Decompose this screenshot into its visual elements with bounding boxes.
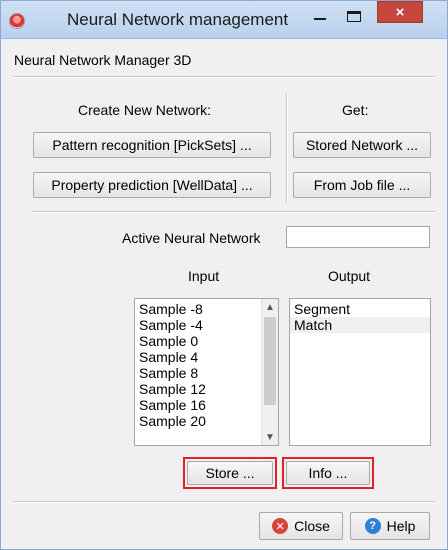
input-label: Input [188,268,220,284]
close-icon: ✕ [272,518,289,534]
create-network-heading: Create New Network: [78,102,212,118]
list-item[interactable]: Sample -4 [135,317,278,333]
divider-vertical [286,93,288,203]
from-job-file-button[interactable]: From Job file ... [293,172,431,198]
pattern-recognition-button[interactable]: Pattern recognition [PickSets] ... [33,132,271,158]
output-label: Output [328,268,371,284]
scroll-up-icon[interactable]: ▲ [262,299,278,315]
close-button-label: Close [294,518,330,534]
list-item[interactable]: Sample 4 [135,349,278,365]
list-item[interactable]: Sample 16 [135,397,278,413]
list-item[interactable]: Segment [290,301,430,317]
title-bar[interactable]: Neural Network management × [1,1,447,39]
neural-network-window: Neural Network management × Neural Netwo… [0,0,448,550]
minimize-button[interactable] [307,5,333,27]
input-listbox[interactable]: Sample -8 Sample -4 Sample 0 Sample 4 Sa… [134,298,279,446]
property-prediction-button[interactable]: Property prediction [WellData] ... [33,172,271,198]
list-item[interactable]: Sample 12 [135,381,278,397]
list-item[interactable]: Sample 8 [135,365,278,381]
window-title: Neural Network management [67,10,289,29]
help-button[interactable]: ? Help [350,512,430,540]
divider-bottom [13,501,435,503]
info-button[interactable]: Info ... [286,461,370,485]
scroll-down-icon[interactable]: ▼ [262,429,278,445]
stored-network-button[interactable]: Stored Network ... [293,132,431,158]
help-button-label: Help [386,518,416,534]
list-item[interactable]: Sample 20 [135,413,278,429]
close-button[interactable]: ✕ Close [259,512,343,540]
active-network-label: Active Neural Network [122,230,261,246]
get-heading: Get: [342,102,369,118]
active-network-input[interactable] [286,226,430,248]
list-item[interactable]: Match [290,317,430,333]
maximize-icon [347,10,361,22]
help-icon: ? [364,518,381,534]
output-listbox[interactable]: Segment Match [289,298,431,446]
divider-middle [31,211,435,213]
divider-top [13,76,435,78]
input-list: Sample -8 Sample -4 Sample 0 Sample 4 Sa… [135,301,278,429]
store-button[interactable]: Store ... [187,461,273,485]
list-item[interactable]: Sample 0 [135,333,278,349]
close-window-button[interactable]: × [377,1,423,23]
scrollbar-thumb[interactable] [264,317,276,405]
list-item[interactable]: Sample -8 [135,301,278,317]
input-scrollbar[interactable]: ▲ ▼ [261,299,278,445]
app-icon [9,13,25,29]
page-subtitle: Neural Network Manager 3D [14,52,192,68]
minimize-icon [314,18,326,20]
maximize-button[interactable] [341,5,367,27]
